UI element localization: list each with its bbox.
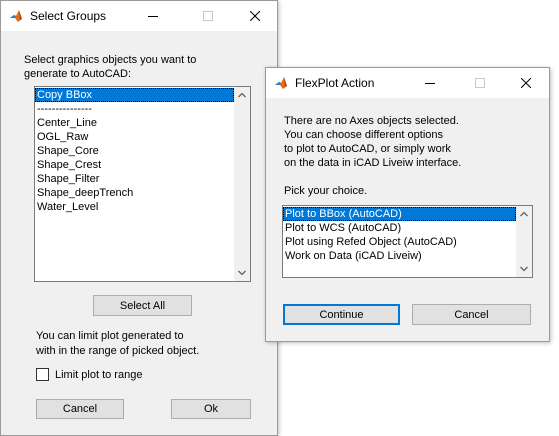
chevron-up-icon[interactable]: [520, 210, 528, 218]
select-groups-window: Select Groups Select graphics objects yo…: [0, 0, 278, 436]
cancel-button[interactable]: Cancel: [412, 304, 531, 325]
minimize-button[interactable]: [412, 68, 448, 98]
list-item[interactable]: Shape_deepTrench: [35, 186, 234, 200]
list-item[interactable]: Plot to WCS (AutoCAD): [283, 221, 516, 235]
list-item[interactable]: Plot using Refed Object (AutoCAD): [283, 235, 516, 249]
ok-button[interactable]: Ok: [171, 399, 251, 419]
minimize-icon: [425, 83, 435, 84]
maximize-button: [190, 1, 226, 31]
list-item[interactable]: Shape_Filter: [35, 172, 234, 186]
maximize-icon: [203, 11, 213, 21]
close-button[interactable]: [508, 68, 544, 98]
select-groups-content: Select graphics objects you want to gene…: [1, 31, 277, 435]
message-line-2: You can choose different options: [284, 129, 444, 141]
matlab-icon: [10, 10, 22, 22]
minimize-icon: [148, 16, 158, 17]
prompt-text: Pick your choice.: [284, 185, 368, 197]
list-item[interactable]: Copy BBox: [35, 88, 234, 102]
list-item[interactable]: ---------------: [35, 102, 234, 116]
message-line-3: to plot to AutoCAD, or simply work: [284, 143, 451, 155]
select-groups-titlebar[interactable]: Select Groups: [1, 1, 277, 31]
continue-button[interactable]: Continue: [283, 304, 400, 325]
chevron-down-icon[interactable]: [238, 269, 246, 277]
groups-scrollbar[interactable]: [234, 87, 250, 281]
window-title: FlexPlot Action: [295, 76, 375, 90]
choice-listbox[interactable]: Plot to BBox (AutoCAD) Plot to WCS (Auto…: [282, 205, 533, 278]
maximize-icon: [475, 78, 485, 88]
list-item[interactable]: Shape_Crest: [35, 158, 234, 172]
maximize-button: [462, 68, 498, 98]
groups-listbox[interactable]: Copy BBox --------------- Center_Line OG…: [34, 86, 251, 282]
list-item[interactable]: Work on Data (iCAD Liveiw): [283, 249, 516, 263]
limit-note-line-1: You can limit plot generated to: [36, 330, 184, 342]
message-line-1: There are no Axes objects selected.: [284, 115, 459, 127]
select-all-button[interactable]: Select All: [93, 295, 192, 316]
list-item[interactable]: Plot to BBox (AutoCAD): [283, 207, 516, 221]
chevron-down-icon[interactable]: [520, 265, 528, 273]
list-item[interactable]: Shape_Core: [35, 144, 234, 158]
close-icon: [521, 78, 531, 88]
instructions-line-2: generate to AutoCAD:: [24, 68, 132, 80]
flexplot-titlebar[interactable]: FlexPlot Action: [266, 68, 549, 98]
window-title: Select Groups: [30, 9, 107, 23]
limit-plot-checkbox[interactable]: [36, 368, 49, 381]
list-item[interactable]: Center_Line: [35, 116, 234, 130]
cancel-button[interactable]: Cancel: [36, 399, 124, 419]
chevron-up-icon[interactable]: [238, 91, 246, 99]
list-item[interactable]: OGL_Raw: [35, 130, 234, 144]
flexplot-action-window: FlexPlot Action There are no Axes object…: [265, 67, 550, 342]
close-button[interactable]: [237, 1, 273, 31]
instructions-line-1: Select graphics objects you want to: [24, 54, 197, 66]
minimize-button[interactable]: [135, 1, 171, 31]
flexplot-content: There are no Axes objects selected. You …: [266, 98, 549, 341]
message-line-4: on the data in iCAD Liveiw interface.: [284, 157, 462, 169]
choice-scrollbar[interactable]: [516, 206, 532, 277]
limit-note-line-2: with in the range of picked object.: [36, 345, 200, 357]
limit-plot-label[interactable]: Limit plot to range: [55, 368, 142, 383]
list-item[interactable]: Water_Level: [35, 200, 234, 214]
matlab-icon: [275, 77, 287, 89]
close-icon: [250, 11, 260, 21]
